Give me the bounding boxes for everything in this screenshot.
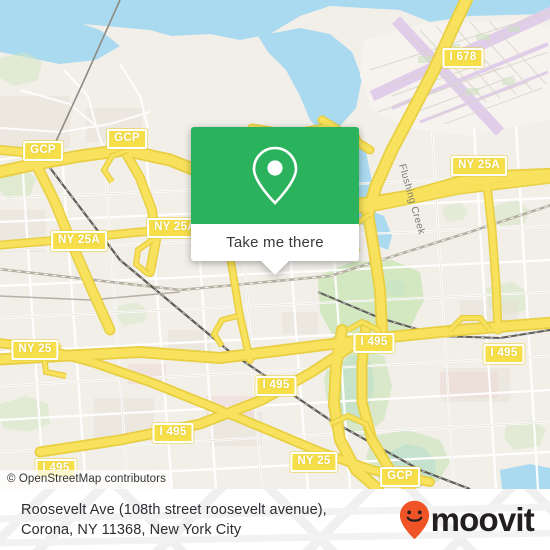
route-shield: NY 25 bbox=[11, 340, 59, 360]
moovit-wordmark: moovit bbox=[430, 501, 535, 538]
moovit-pin-smile-icon bbox=[399, 500, 429, 539]
address-line-2: Corona, NY 11368, New York City bbox=[21, 521, 242, 538]
moovit-map-screenshot: Flushing Creek GCP GCP NY 25A NY 25A I 678 NY… bbox=[0, 0, 550, 550]
footer-bar: Roosevelt Ave (108th street roosevelt av… bbox=[0, 489, 550, 550]
address-block: Roosevelt Ave (108th street roosevelt av… bbox=[21, 500, 327, 540]
location-popup-card[interactable]: Take me there bbox=[191, 127, 359, 275]
moovit-logo[interactable]: moovit bbox=[399, 500, 535, 540]
popup-pointer-tail bbox=[261, 261, 289, 275]
map-canvas[interactable]: Flushing Creek GCP GCP NY 25A NY 25A I 678 NY… bbox=[0, 0, 550, 489]
location-pin-icon bbox=[252, 146, 298, 205]
address-line-1: Roosevelt Ave (108th street roosevelt av… bbox=[21, 501, 327, 518]
route-shield: NY 25A bbox=[451, 156, 507, 176]
route-shield: I 495 bbox=[255, 376, 297, 396]
take-me-there-button[interactable]: Take me there bbox=[191, 224, 359, 261]
route-shield: I 495 bbox=[152, 423, 194, 443]
route-shield: I 495 bbox=[483, 344, 525, 364]
route-shield: GCP bbox=[23, 141, 63, 161]
popup-hero bbox=[191, 127, 359, 224]
route-shield: I 495 bbox=[353, 333, 395, 353]
route-shield: GCP bbox=[380, 467, 420, 487]
route-shield: NY 25 bbox=[290, 452, 338, 472]
route-shield: NY 25A bbox=[51, 231, 107, 251]
route-shield: GCP bbox=[107, 129, 147, 149]
take-me-there-label: Take me there bbox=[226, 234, 324, 251]
osm-attribution[interactable]: © OpenStreetMap contributors bbox=[0, 470, 172, 489]
route-shield: I 678 bbox=[442, 48, 484, 68]
